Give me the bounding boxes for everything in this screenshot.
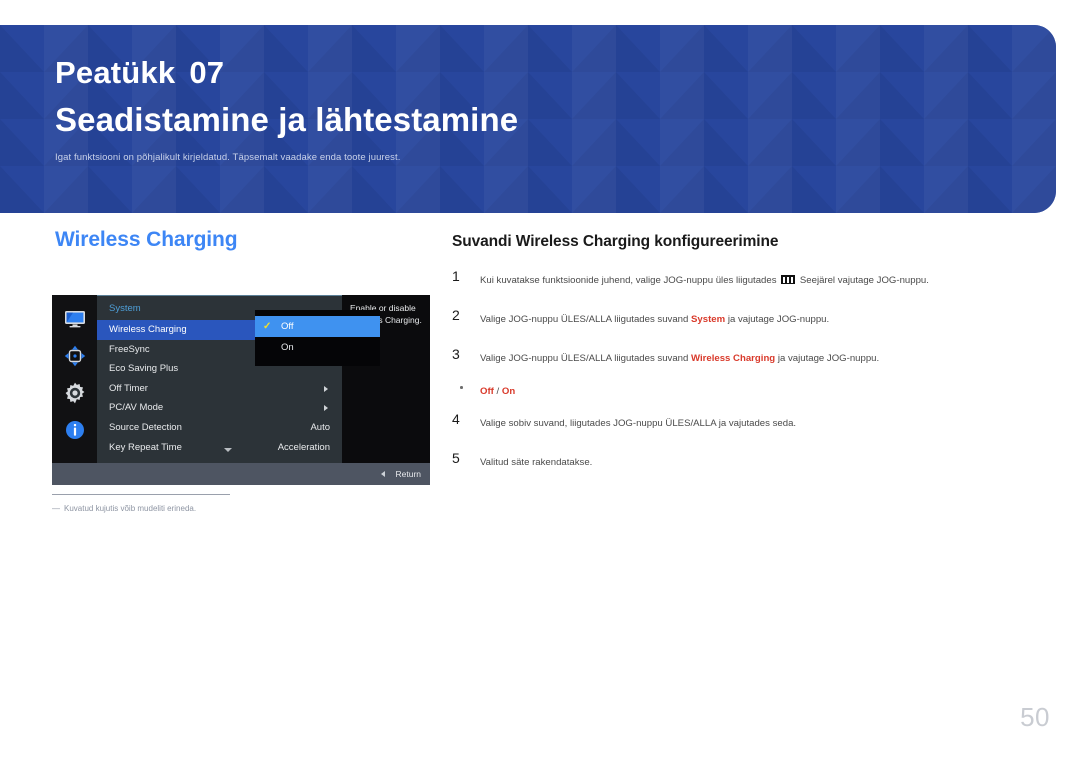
osd-icon-bar	[52, 295, 97, 463]
osd-footer-bar: Return	[52, 463, 430, 485]
step-highlight: Wireless Charging	[691, 353, 776, 364]
step-4: 4 Valige sobiv suvand, liigutades JOG-nu…	[452, 411, 1042, 440]
step-text: Valige JOG-nuppu ÜLES/ALLA liigutades su…	[480, 314, 829, 325]
step-3: 3 Valige JOG-nuppu ÜLES/ALLA liigutades …	[452, 346, 1042, 375]
section-title: Wireless Charging	[55, 228, 238, 251]
banner-text-block: Peatükk 07 Seadistamine ja lähtestamine I…	[55, 25, 1056, 213]
osd-row-pc-av-mode[interactable]: PC/AV Mode	[97, 398, 342, 418]
chapter-line: Peatükk 07	[55, 55, 224, 91]
options-text: Off / On	[480, 386, 515, 397]
step-text-part: Kui kuvatakse funktsioonide juhend, vali…	[480, 275, 780, 286]
osd-return-label: Return	[395, 469, 421, 479]
osd-row-key-repeat-time[interactable]: Key Repeat Time Acceleration	[97, 438, 342, 458]
move-arrows-icon	[63, 344, 87, 368]
osd-row-label: Eco Saving Plus	[109, 363, 179, 375]
footnote-label: Kuvatud kujutis võib mudeliti erineda.	[64, 504, 197, 513]
step-text-part: ja vajutage JOG-nuppu.	[775, 353, 880, 364]
info-icon	[63, 418, 87, 442]
step-1: 1 Kui kuvatakse funktsioonide juhend, va…	[452, 268, 1042, 297]
dropdown-option-label: Off	[281, 321, 294, 332]
step-text-part: Seejärel vajutage JOG-nuppu.	[797, 275, 929, 286]
dropdown-option-off[interactable]: ✓ Off	[255, 316, 380, 337]
chevron-right-icon	[324, 385, 328, 392]
chapter-banner: Peatükk 07 Seadistamine ja lähtestamine I…	[0, 25, 1056, 213]
check-icon: ✓	[263, 320, 272, 332]
step-text: Valitud säte rakendatakse.	[480, 457, 593, 468]
step-number: 5	[452, 450, 460, 466]
footnote-text: ― Kuvatud kujutis võib mudeliti erineda.	[52, 504, 232, 513]
footnote-block: ― Kuvatud kujutis võib mudeliti erineda.	[52, 494, 232, 513]
page-number: 50	[1020, 702, 1050, 732]
gear-icon	[63, 381, 87, 405]
right-column: Suvandi Wireless Charging konfigureerimi…	[452, 233, 1042, 479]
step-number: 2	[452, 307, 460, 323]
chapter-label: Peatükk	[55, 55, 176, 90]
osd-row-off-timer[interactable]: Off Timer	[97, 379, 342, 399]
osd-row-label: FreeSync	[109, 343, 150, 355]
osd-row-value: Acceleration	[277, 441, 330, 453]
osd-row-label: Wireless Charging	[109, 324, 187, 335]
osd-menu-title: System	[109, 303, 141, 314]
monitor-icon	[63, 307, 87, 331]
step-text-part: Valige JOG-nuppu ÜLES/ALLA liigutades su…	[480, 314, 692, 325]
osd-row-value: Auto	[310, 421, 330, 433]
osd-row-label: Off Timer	[109, 382, 148, 394]
dropdown-option-on[interactable]: On	[255, 337, 380, 358]
step-2: 2 Valige JOG-nuppu ÜLES/ALLA liigutades …	[452, 307, 1042, 336]
osd-row-label: Key Repeat Time	[109, 441, 182, 453]
scroll-down-icon[interactable]	[224, 448, 232, 452]
osd-row-source-detection[interactable]: Source Detection Auto	[97, 418, 342, 438]
step-text: Valige JOG-nuppu ÜLES/ALLA liigutades su…	[480, 353, 879, 364]
left-column: Wireless Charging	[55, 228, 435, 252]
option-off: Off	[480, 386, 494, 397]
osd-dropdown-wireless-charging: ✓ Off On	[255, 310, 380, 366]
option-on: On	[501, 386, 516, 397]
return-arrow-icon	[381, 471, 385, 477]
chapter-subtitle: Igat funktsiooni on põhjalikult kirjelda…	[55, 152, 401, 163]
chapter-title: Seadistamine ja lähtestamine	[55, 101, 519, 138]
chapter-number: 07	[189, 55, 225, 90]
step-highlight: System	[691, 314, 726, 325]
dropdown-option-label: On	[281, 342, 294, 353]
osd-row-label: Source Detection	[109, 421, 182, 433]
footnote-divider	[52, 494, 230, 495]
osd-menu-glyph-icon	[781, 275, 796, 284]
procedure-title: Suvandi Wireless Charging konfigureerimi…	[452, 233, 779, 250]
chevron-right-icon	[324, 405, 328, 412]
step-text-part: Valige JOG-nuppu ÜLES/ALLA liigutades su…	[480, 353, 692, 364]
options-bullet: Off / On	[452, 381, 1042, 405]
step-text: Kui kuvatakse funktsioonide juhend, vali…	[480, 275, 929, 286]
procedure-steps: 1 Kui kuvatakse funktsioonide juhend, va…	[452, 268, 1042, 479]
bullet-dot-icon	[460, 386, 463, 389]
osd-row-label: PC/AV Mode	[109, 402, 164, 414]
page-root: Peatükk 07 Seadistamine ja lähtestamine I…	[0, 0, 1080, 763]
step-number: 3	[452, 346, 460, 362]
osd-screenshot: System Wireless Charging FreeSync Eco Sa…	[52, 295, 430, 485]
step-number: 4	[452, 411, 460, 427]
option-separator: /	[493, 386, 502, 397]
step-text-part: ja vajutage JOG-nuppu.	[725, 314, 830, 325]
step-5: 5 Valitud säte rakendatakse.	[452, 450, 1042, 479]
footnote-dash: ―	[52, 504, 60, 513]
step-number: 1	[452, 268, 460, 284]
step-text: Valige sobiv suvand, liigutades JOG-nupp…	[480, 418, 797, 429]
